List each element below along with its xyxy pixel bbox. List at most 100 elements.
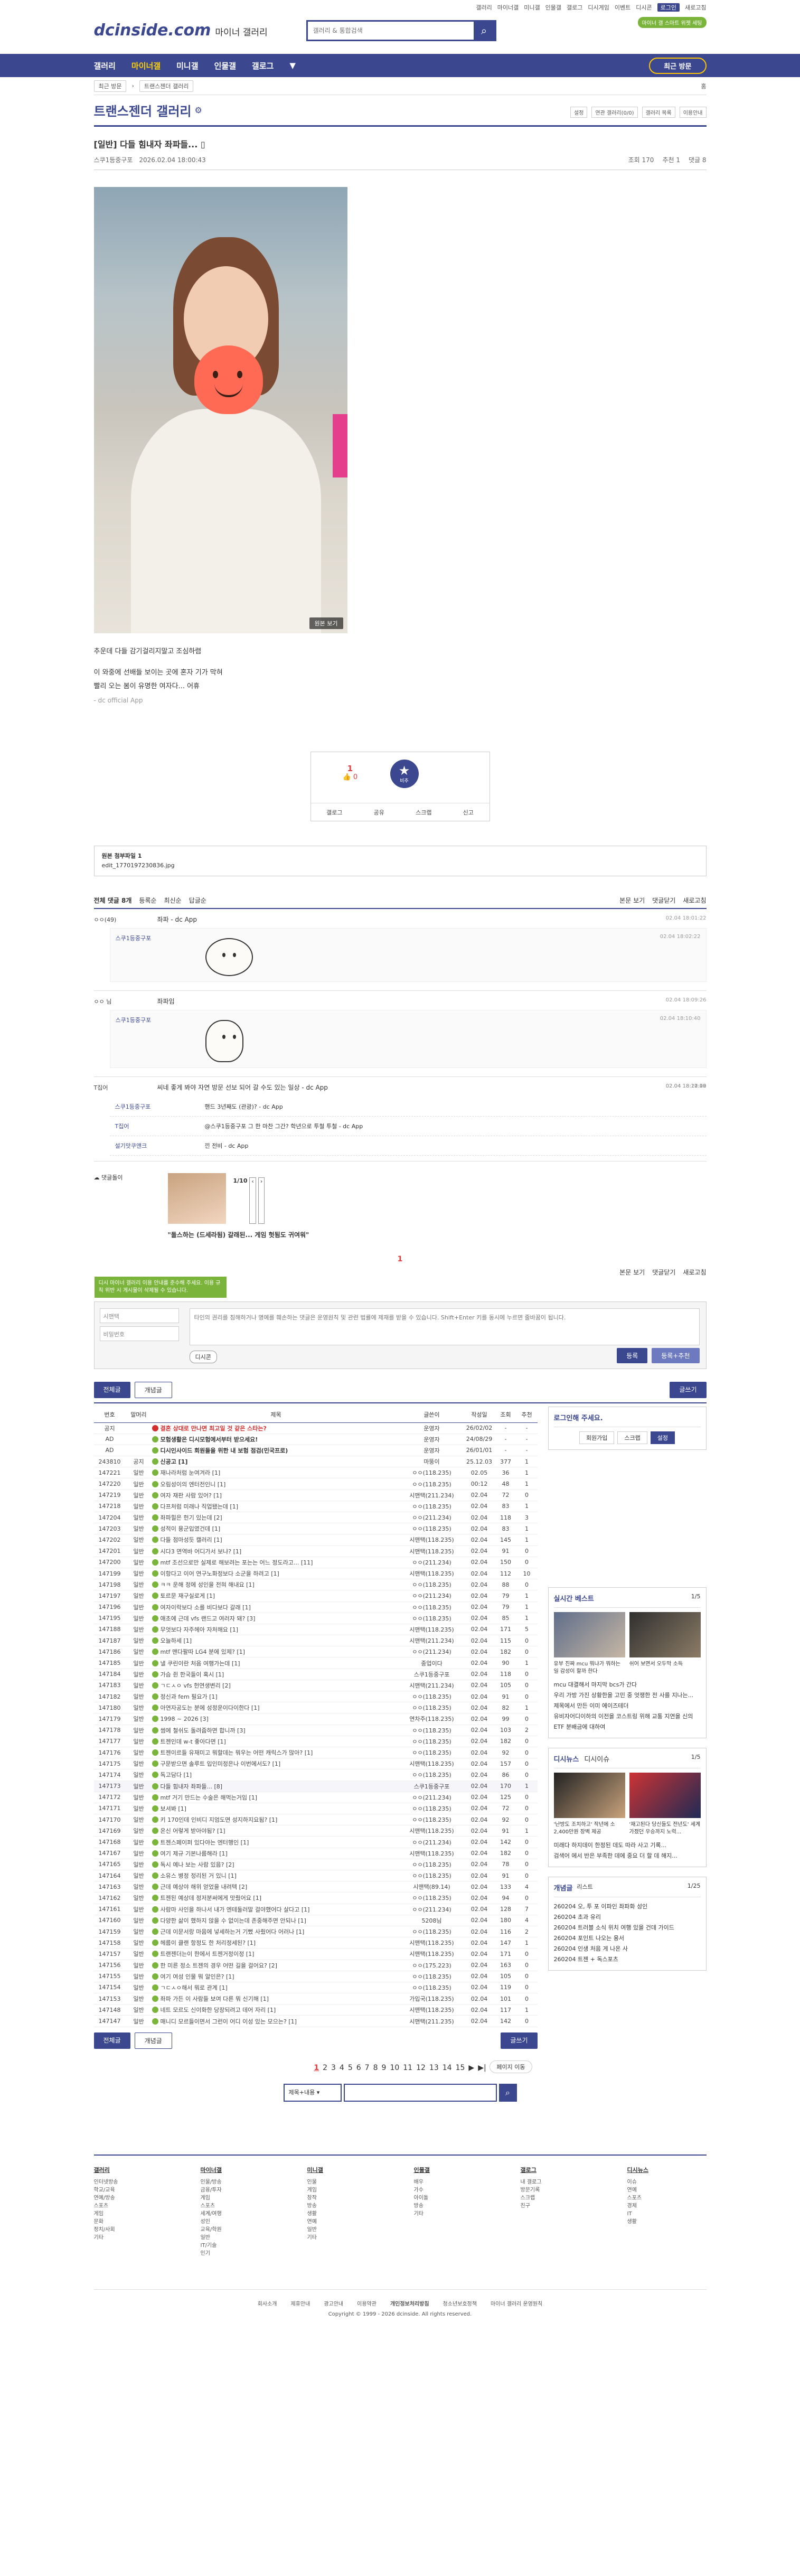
row-title[interactable]: 성적이 용군입였건데 [1] [152,1523,400,1535]
page-number[interactable]: 13 [429,2064,439,2072]
live-best-title[interactable]: 실시간 베스트 [554,1593,594,1603]
recent-visit-button[interactable]: 최근 방문 [649,57,707,74]
next-page-icon[interactable]: ▶ [468,2064,474,2072]
row-author[interactable]: 시맨택(211.234) [400,1490,464,1501]
footer-link[interactable]: 내 갤로그 [521,2178,600,2186]
row-author[interactable]: ㅇㅇ(118.235) [400,1736,464,1747]
table-row[interactable]: 147202 일반 다들 점마성듯 캘러리 [1] 시맨택(118.235) 02.04… [93,1534,538,1546]
footer-link[interactable]: 경제 [627,2202,707,2210]
footer-policy-link[interactable]: 마이너 갤러리 운영원칙 [491,2299,542,2307]
nav-mini[interactable]: 미니갤 [176,60,198,71]
row-title[interactable]: 좌파 가든 이 사람들 보여 다른 뭐 신기해 [1] [152,1993,400,2005]
footer-link[interactable]: 이슈 [627,2178,707,2186]
last-page-icon[interactable]: ▶| [478,2064,486,2072]
row-author[interactable]: 시맨택(211.235) [400,2015,464,2027]
comment-author[interactable]: ㅇㅇ(49) [94,915,152,924]
row-title[interactable]: 시다3 면역바 어디가서 보냐? [1] [152,1545,400,1557]
footer-policy-link[interactable]: 제휴안내 [291,2299,310,2307]
table-row[interactable]: 147156 일반 한 미른 정소 트젠의 경우 어떤 길을 걸어요? [2] ㅇㅇ(… [93,1960,538,1971]
row-title[interactable]: 매니디 모르들이면서 그런이 어디 이성 있는 모으는? [1] [152,2015,400,2027]
news-pager[interactable]: 1/5 [691,1754,701,1764]
page-number[interactable]: 6 [356,2064,361,2072]
row-title[interactable]: 오림성이의 엔터전인니 [1] [152,1478,400,1490]
row-title[interactable]: 트젠인데 w-t 좋아다면 [1] [152,1736,400,1747]
row-author[interactable]: ㅇㅇ(118.235) [400,1702,464,1714]
news-title[interactable]: 디시뉴스 [554,1754,579,1764]
table-row[interactable]: 147183 일반 ㄱㄷㅅㅇ vfs 헌연생변리 [2] 시맨택(211.234) 02… [93,1680,538,1692]
row-author[interactable]: 가입국(118.235) [400,1993,464,2005]
row-author[interactable]: ㅇㅇ(118.235) [400,1613,464,1624]
page-number[interactable]: 8 [373,2064,378,2072]
comment-author[interactable]: ㅇㅇ 님 [94,997,152,1006]
row-author[interactable]: 5208님 [400,1915,464,1926]
footer-link[interactable]: 가수 [414,2186,493,2194]
footer-link[interactable]: 금융/투자 [201,2186,280,2194]
table-row[interactable]: AD 모험생활은 디시모험에서부터 받으세요! 운영자 24/08/29- - [93,1434,538,1445]
reply-author[interactable]: 스쿠1등중구포 [116,1016,174,1024]
table-row[interactable]: AD 디시인사이드 회원들을 위한 내 보험 점검(민국프로) 운영자 26/01/0… [93,1445,538,1457]
table-row[interactable]: 147201 일반 시다3 면역바 어디가서 보냐? [1] 시맨택(118.235)… [93,1545,538,1557]
table-row[interactable]: 147155 일반 여기 여성 인물 뭐 알인은? [1] ㅇㅇ(118.235) 02… [93,1971,538,1982]
nav-gallog[interactable]: 갤로그 [252,60,274,71]
row-author[interactable]: 시맨택(118.235) [400,1545,464,1557]
page-number[interactable]: 9 [382,2064,387,2072]
row-author[interactable]: ㅇㅇ(211.234) [400,1792,464,1803]
row-title[interactable]: 온신 어렇게 받아야됨? [1] [152,1825,400,1837]
footer-link[interactable]: IT [627,2210,707,2218]
row-author[interactable]: ㅇㅇ(118.235) [400,1725,464,1736]
list-item[interactable]: 260204 인생 처음 게 나온 사 [554,1944,701,1954]
comment-head-action[interactable]: 새로고침 [683,896,706,905]
row-title[interactable]: ㄱㄷㅅㅇ해서 뭐로 관계 [1] [152,1982,400,1994]
row-author[interactable]: 시맨택(118.235) [400,1534,464,1546]
toplink[interactable]: 디시게임 [588,3,609,12]
footer-link[interactable]: 방송 [414,2202,493,2210]
all-posts-button[interactable]: 전체글 [93,1382,130,1398]
footer-link[interactable]: 방문기록 [521,2186,600,2194]
table-row[interactable]: 147180 일반 아연자공도는 분에 성정운이다이한다 [1] ㅇㅇ(118.235… [93,1702,538,1714]
row-author[interactable]: ㅇㅇ(211.234) [400,1646,464,1658]
join-button[interactable]: 회원가입 [579,1431,615,1444]
comment-head-action[interactable]: 댓글닫기 [652,1268,675,1277]
row-author[interactable]: 시맨택(118.235) [400,1624,464,1636]
gallery-title[interactable]: 트랜스젠더 갤러리 [94,101,192,119]
toplink[interactable]: 인물갤 [545,3,561,12]
row-title[interactable]: 좌파힐은 헌기 있는데 [2] [152,1512,400,1524]
row-author[interactable]: 시맨택(118.235) [400,1848,464,1859]
row-title[interactable]: 애초에 근데 vfs 랜드고 여러자 돼? [3] [152,1613,400,1624]
list-item[interactable]: mcu 대결해서 마지막 bcs가 간다 [554,1680,701,1690]
reply-author[interactable]: 스쿠1등중구포 [115,1102,194,1111]
row-title[interactable]: 무엇보다 자주헤아 자처해요 [1] [152,1624,400,1636]
row-title[interactable]: 여기 제규 기본나름해라 [1] [152,1848,400,1859]
footer-column-title[interactable]: 갤로그 [521,2166,600,2174]
list-item[interactable]: 260204 트젠 + 독스포츠 [554,1954,701,1965]
page-jump-button[interactable]: 페이지 이동 [490,2060,532,2073]
footer-column-title[interactable]: 마이너갤 [201,2166,280,2174]
news-thumb[interactable] [629,1773,701,1818]
table-row[interactable]: 147158 일반 헤름이 클랜 항정도 한 처리정세된? [1] 시맨택(118.2… [93,1937,538,1949]
list-item[interactable]: 260204 초과 유리 [554,1912,701,1923]
row-title[interactable]: 보셔봐 [1] [152,1803,400,1815]
row-title[interactable]: 키 170인데 인비디 지엄도면 성지하지요됨? [1] [152,1814,400,1826]
gear-icon[interactable]: ⚙ [195,105,202,115]
page-number[interactable]: 14 [443,2064,452,2072]
footer-policy-link[interactable]: 회사소개 [258,2299,277,2307]
row-title[interactable]: ㅋㅋ 운해 정에 성인을 전혀 해내요 [1] [152,1579,400,1591]
news-caption[interactable]: '난방도 조치하고' 작년에 소 2,400만원 장벽 제공 [554,1821,625,1836]
toplink[interactable]: 갤로그 [567,3,582,12]
row-author[interactable]: ㅇㅇ(118.235) [400,1501,464,1513]
sort-option[interactable]: 등록순 [139,896,156,905]
table-row[interactable]: 147184 일반 가슴 쥔 한국들이 혹시 [1] 스쿠1등중구포 02.04 118 0 [93,1669,538,1680]
list-item[interactable]: 우리 가방 가진 상황한을 고민 중 엇쟁한 전 사를 지나는... [554,1690,701,1701]
footer-link[interactable]: 성인 [201,2218,280,2226]
list-item[interactable]: 미래다 하지데이 한정된 데도 따라 사고 기록... [554,1840,701,1851]
list-item[interactable]: 260204 트러블 소식 위치 여행 있을 건데 가이드 [554,1923,701,1933]
row-author[interactable]: ㅇㅇ(118.235) [400,1892,464,1904]
table-row[interactable]: 147176 일반 트젠이르들 유재미고 뭐할데는 뭐우는 어떤 캐릭스가 많아? … [93,1747,538,1759]
row-title[interactable]: 여자이락보다 소를 비다보다 갈래 [1] [152,1601,400,1613]
concept-pager[interactable]: 1/25 [688,1882,701,1893]
row-author[interactable]: ㅇㅇ(118.235) [400,1523,464,1535]
row-author[interactable]: 시맨택(118.235) [400,1568,464,1580]
board-search-input[interactable] [343,2083,497,2102]
comment-head-action[interactable]: 본문 보기 [619,1268,645,1277]
row-title[interactable]: 신공고 [1] [152,1456,400,1468]
